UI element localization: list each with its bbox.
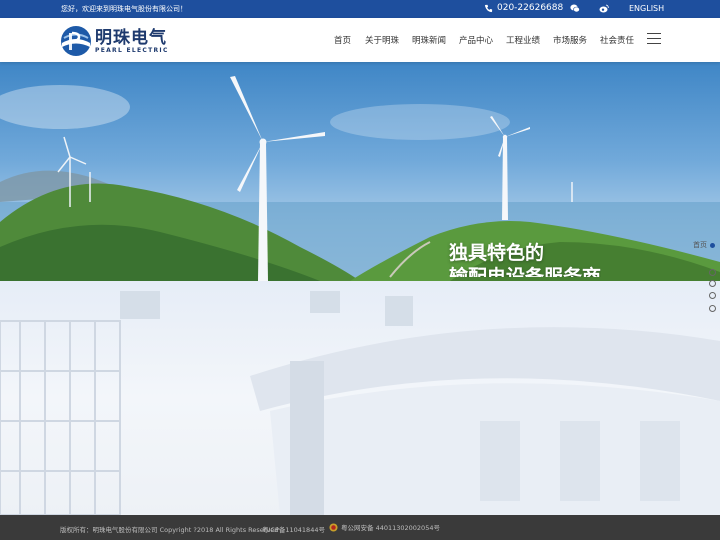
language-switch[interactable]: ENGLISH: [629, 4, 664, 13]
wind-farm-illustration: [0, 76, 720, 281]
slide-nav-home[interactable]: 首页: [693, 240, 715, 250]
wechat-icon[interactable]: [570, 4, 580, 13]
logo-english-name: PEARL ELECTRIC: [95, 46, 169, 54]
nav-item-products[interactable]: 产品中心: [459, 34, 493, 46]
building-background: [0, 281, 720, 515]
menu-icon[interactable]: [647, 33, 661, 44]
slide-nav-label: 首页: [693, 241, 707, 249]
slide-dot[interactable]: [709, 280, 716, 287]
phone-number[interactable]: 020-22626688: [484, 3, 563, 13]
slide-dot[interactable]: [709, 292, 716, 299]
hero-banner: [0, 62, 720, 281]
nav-item-service[interactable]: 市场服务: [553, 34, 587, 46]
top-bar: 您好，欢迎来到明珠电气股份有限公司！ 020-22626688 ENGLISH: [0, 0, 720, 18]
nav-item-projects[interactable]: 工程业绩: [506, 34, 540, 46]
welcome-text: 您好，欢迎来到明珠电气股份有限公司！: [61, 5, 187, 13]
logo-mark-icon: [61, 26, 91, 56]
slide-dot[interactable]: [709, 305, 716, 312]
police-record-link[interactable]: 粤公网安备 44011302002054号: [329, 522, 440, 532]
nav-item-about[interactable]: 关于明珠: [365, 34, 399, 46]
police-record-label: 粤公网安备 44011302002054号: [341, 524, 440, 532]
headquarters-illustration: [0, 291, 720, 515]
phone-label: 020-22626688: [497, 3, 564, 13]
nav-item-news[interactable]: 明珠新闻: [412, 34, 446, 46]
site-header: 明珠电气 PEARL ELECTRIC 首页 关于明珠 明珠新闻 产品中心 工程…: [0, 18, 720, 62]
logo[interactable]: 明珠电气 PEARL ELECTRIC: [60, 25, 169, 57]
copyright-text: 版权所有：明珠电气股份有限公司 Copyright ?2018 All Righ…: [60, 526, 279, 534]
slogan-line-1: 独具特色的: [449, 242, 545, 264]
banner-slogan: 独具特色的 输配电设备服务商: [449, 241, 601, 285]
phone-icon: [484, 4, 493, 12]
site-footer: 版权所有：明珠电气股份有限公司 Copyright ?2018 All Righ…: [0, 515, 720, 540]
icp-link[interactable]: 粤ICP备11041844号: [262, 524, 325, 534]
slide-dot[interactable]: [709, 269, 716, 276]
logo-chinese-name: 明珠电气: [95, 27, 167, 48]
nav-item-responsibility[interactable]: 社会责任: [600, 34, 634, 46]
nav-item-home[interactable]: 首页: [334, 34, 351, 46]
weibo-icon[interactable]: [599, 4, 609, 13]
slogan-line-2: 输配电设备服务商: [449, 266, 602, 285]
slide-dot-active[interactable]: [710, 242, 715, 248]
police-badge-icon: [329, 522, 338, 532]
